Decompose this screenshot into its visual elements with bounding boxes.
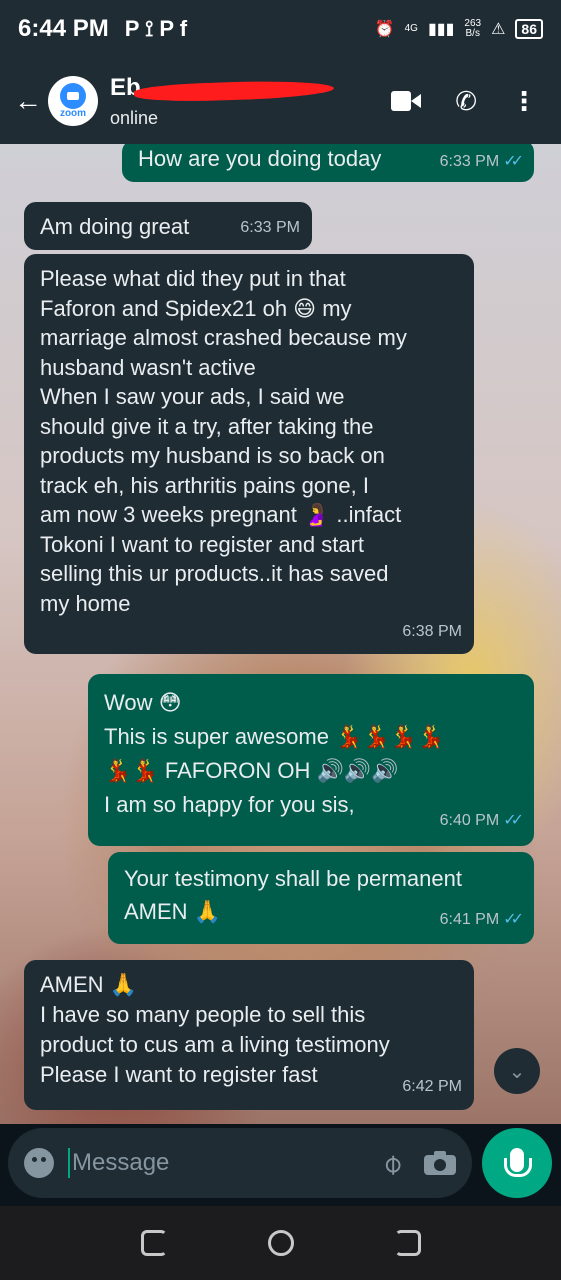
message-incoming[interactable]: Please what did they put in that Faforon…: [24, 254, 474, 654]
back-icon[interactable]: [394, 1230, 421, 1256]
message-line: selling this ur products..it has saved: [40, 561, 389, 586]
voice-message-button[interactable]: [482, 1128, 552, 1198]
message-meta: 6:33 PM: [240, 213, 300, 242]
network-indicator: 4G: [404, 23, 418, 34]
emoji-icon[interactable]: [24, 1148, 54, 1178]
message-composer: ⌀: [0, 1124, 561, 1206]
back-arrow-icon[interactable]: ←: [14, 85, 48, 117]
message-line: I have so many people to sell this: [40, 1002, 366, 1027]
message-time: 6:40 PM: [439, 812, 500, 829]
message-input-container: ⌀: [8, 1128, 472, 1198]
chat-area[interactable]: How are you doing today 6:33 PM ✓✓ Am doi…: [0, 144, 561, 1124]
message-outgoing[interactable]: Your testimony shall be permanent AMEN 🙏…: [108, 852, 534, 944]
message-input[interactable]: [72, 1149, 332, 1177]
alarm-icon: ⏰: [374, 21, 395, 38]
message-time: 6:41 PM: [439, 911, 500, 928]
header-actions: ✆ ⋮: [391, 86, 537, 117]
message-line: Please I want to register fast: [40, 1062, 318, 1087]
message-line: 💃💃 FAFORON OH 🔊🔊🔊: [104, 758, 399, 783]
message-outgoing[interactable]: Wow 😳 This is super awesome 💃💃💃💃 💃💃 FAFO…: [88, 674, 534, 846]
zoom-logo-icon: [60, 83, 86, 109]
status-time: 6:44 PM: [18, 15, 109, 42]
avatar-text: zoom: [59, 108, 87, 119]
battery-level: 86: [515, 19, 543, 39]
message-line: When I saw your ads, I said we: [40, 384, 345, 409]
message-line: product to cus am a living testimony: [40, 1032, 390, 1057]
message-line: am now 3 weeks pregnant 🤰 ..infact: [40, 502, 402, 527]
contact-status: online: [110, 107, 159, 128]
scroll-to-bottom-button[interactable]: ⌄: [494, 1048, 540, 1094]
message-line: Your testimony shall be permanent: [124, 866, 462, 891]
notification-icons: P ⟟ P f: [124, 16, 188, 41]
more-options-icon[interactable]: ⋮: [511, 86, 537, 117]
signal-icon: ▮▮▮: [427, 21, 455, 38]
message-line: Faforon and Spidex21 oh 😄 my: [40, 295, 352, 321]
warning-icon: ⚠: [491, 21, 506, 38]
camera-icon[interactable]: [424, 1151, 456, 1175]
recent-apps-icon[interactable]: [140, 1230, 167, 1256]
message-incoming[interactable]: AMEN 🙏 I have so many people to sell thi…: [24, 960, 474, 1110]
message-meta: 6:40 PM ✓✓: [439, 804, 524, 838]
message-line: marriage almost crashed because my: [40, 325, 407, 350]
message-line: my home: [40, 590, 131, 616]
message-line: Please what did they put in that: [40, 266, 346, 291]
double-chevron-down-icon: ⌄: [508, 1060, 526, 1083]
message-meta: 6:42 PM: [402, 1072, 462, 1102]
home-icon[interactable]: [267, 1230, 294, 1256]
message-line: husband wasn't active: [40, 354, 256, 380]
text-caret: [68, 1148, 70, 1178]
message-text: Am doing great: [40, 214, 190, 239]
phone-icon[interactable]: ✆: [455, 86, 477, 117]
message-line: AMEN 🙏: [40, 972, 138, 997]
message-line: products my husband is so back on: [40, 443, 385, 468]
contact-info[interactable]: Eb online: [110, 74, 391, 129]
status-bar: 6:44 PM P ⟟ P f ⏰ 4G ▮▮▮ 263 B/s ⚠ 86: [0, 0, 561, 58]
message-text: How are you doing today: [138, 146, 382, 171]
message-meta: 6:38 PM: [402, 617, 462, 647]
status-right: ⏰ 4G ▮▮▮ 263 B/s ⚠ 86: [375, 19, 543, 39]
message-outgoing[interactable]: How are you doing today 6:33 PM ✓✓: [122, 144, 534, 182]
message-incoming[interactable]: Am doing great 6:33 PM: [24, 202, 312, 250]
message-line: should give it a try, after taking the: [40, 413, 374, 439]
system-nav-bar: [0, 1206, 561, 1280]
video-call-icon[interactable]: [391, 91, 422, 111]
message-line: track eh, his arthritis pains gone, I: [40, 472, 369, 498]
message-time: 6:38 PM: [402, 622, 462, 640]
message-meta: 6:33 PM ✓✓: [439, 147, 524, 176]
message-line: This is super awesome 💃💃💃💃: [104, 724, 445, 749]
avatar[interactable]: zoom: [48, 76, 98, 126]
read-receipt-icon: ✓✓: [503, 911, 524, 928]
chat-header: ← zoom Eb online ✆ ⋮: [0, 58, 561, 144]
read-receipt-icon: ✓✓: [503, 153, 524, 170]
message-line: Tokoni I want to register and start: [40, 531, 365, 557]
network-speed: 263 B/s: [464, 18, 482, 39]
message-time: 6:33 PM: [439, 153, 500, 170]
microphone-icon: [504, 1148, 532, 1177]
message-time: 6:42 PM: [402, 1078, 462, 1095]
message-meta: 6:41 PM ✓✓: [439, 903, 524, 936]
message-line: Wow 😳: [104, 690, 182, 715]
paperclip-icon[interactable]: ⌀: [374, 1145, 409, 1180]
message-time: 6:33 PM: [240, 219, 300, 236]
read-receipt-icon: ✓✓: [503, 812, 524, 829]
